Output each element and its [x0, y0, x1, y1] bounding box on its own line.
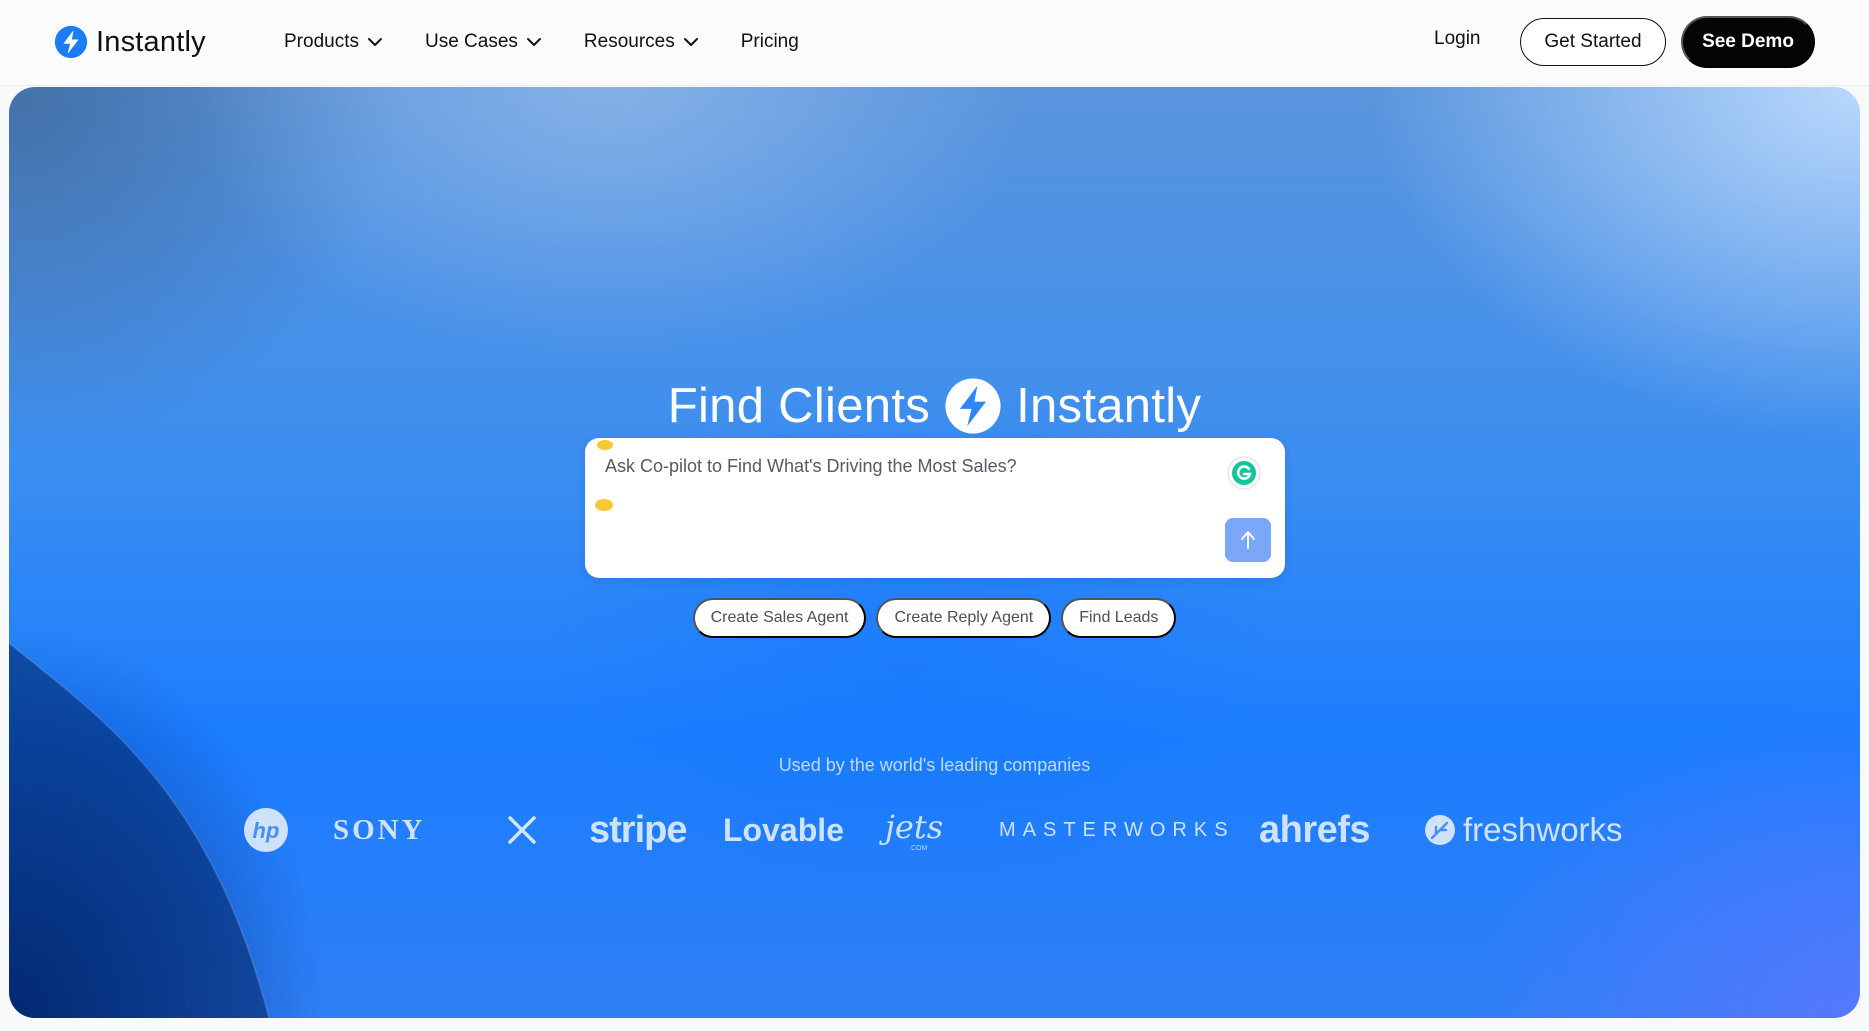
hero-title: Find Clients Instantly	[9, 377, 1860, 435]
freshworks-wordmark: freshworks	[1463, 811, 1623, 848]
menu-item-label: Resources	[583, 31, 675, 52]
menu-item-resources[interactable]: Resources	[584, 31, 699, 53]
hp-logo-icon: hp	[244, 808, 288, 852]
copilot-prompt-box[interactable]: Ask Co-pilot to Find What's Driving the …	[585, 438, 1285, 578]
freshworks-logo: freshworks	[1423, 795, 1623, 865]
suggestion-chips: Create Sales Agent Create Reply Agent Fi…	[9, 598, 1860, 638]
menu-item-pricing[interactable]: Pricing	[741, 31, 799, 53]
main-menu: Products Use Cases Resources Pricing	[284, 26, 841, 58]
jets-logo: jets .COM	[879, 795, 957, 865]
masterworks-logo: MASTERWORKS	[999, 818, 1235, 841]
chevron-down-icon	[683, 38, 698, 46]
sparkle-icon	[597, 440, 613, 450]
arrow-up-icon	[1241, 531, 1255, 549]
customer-logos: hp SONY stripe Lovable jets .COM MASTERW…	[9, 795, 1860, 865]
used-by-caption: Used by the world's leading companies	[778, 755, 1091, 775]
freshworks-leaf-icon	[1425, 815, 1455, 845]
hero-title-part-2: Instantly	[1016, 379, 1202, 433]
ahrefs-logo: ahrefs	[1259, 808, 1371, 851]
menu-item-use-cases[interactable]: Use Cases	[425, 31, 542, 53]
brand-name: Instantly	[96, 25, 206, 58]
chevron-down-icon	[526, 38, 541, 46]
menu-item-label: Products	[284, 31, 359, 52]
top-navigation: Instantly Products Use Cases Resources P…	[0, 0, 1869, 86]
lightning-logo-icon	[54, 25, 88, 59]
menu-item-label: Pricing	[740, 31, 799, 52]
hero-title-part-1: Find Clients	[667, 379, 931, 433]
svg-text:.COM: .COM	[909, 845, 927, 852]
chip-create-sales-agent[interactable]: Create Sales Agent	[692, 598, 867, 638]
brand-logo-link[interactable]: Instantly	[54, 24, 206, 60]
svg-text:hp: hp	[253, 818, 280, 843]
login-link[interactable]: Login	[1434, 28, 1481, 50]
hp-logo: hp	[243, 795, 289, 865]
grammarly-icon[interactable]	[1227, 456, 1261, 490]
svg-text:jets: jets	[879, 808, 943, 846]
sparkle-icon	[595, 499, 613, 511]
see-demo-button[interactable]: See Demo	[1681, 16, 1815, 68]
menu-item-label: Use Cases	[424, 31, 518, 52]
send-button[interactable]	[1225, 518, 1271, 562]
get-started-button[interactable]: Get Started	[1520, 18, 1666, 66]
stripe-logo: stripe	[589, 808, 687, 851]
menu-item-products[interactable]: Products	[284, 31, 383, 53]
x-logo	[507, 795, 537, 865]
chip-create-reply-agent[interactable]: Create Reply Agent	[876, 598, 1052, 638]
lightning-icon	[945, 378, 1001, 434]
chevron-down-icon	[367, 38, 382, 46]
copilot-prompt-input[interactable]: Ask Co-pilot to Find What's Driving the …	[605, 456, 1017, 477]
lovable-logo: Lovable	[723, 811, 844, 848]
x-logo-icon	[508, 816, 536, 844]
jets-logo-icon: jets .COM	[879, 808, 943, 852]
sony-logo: SONY	[333, 813, 426, 846]
chip-find-leads[interactable]: Find Leads	[1061, 598, 1177, 638]
hero-section: Find Clients Instantly Get more clients …	[9, 87, 1860, 1018]
